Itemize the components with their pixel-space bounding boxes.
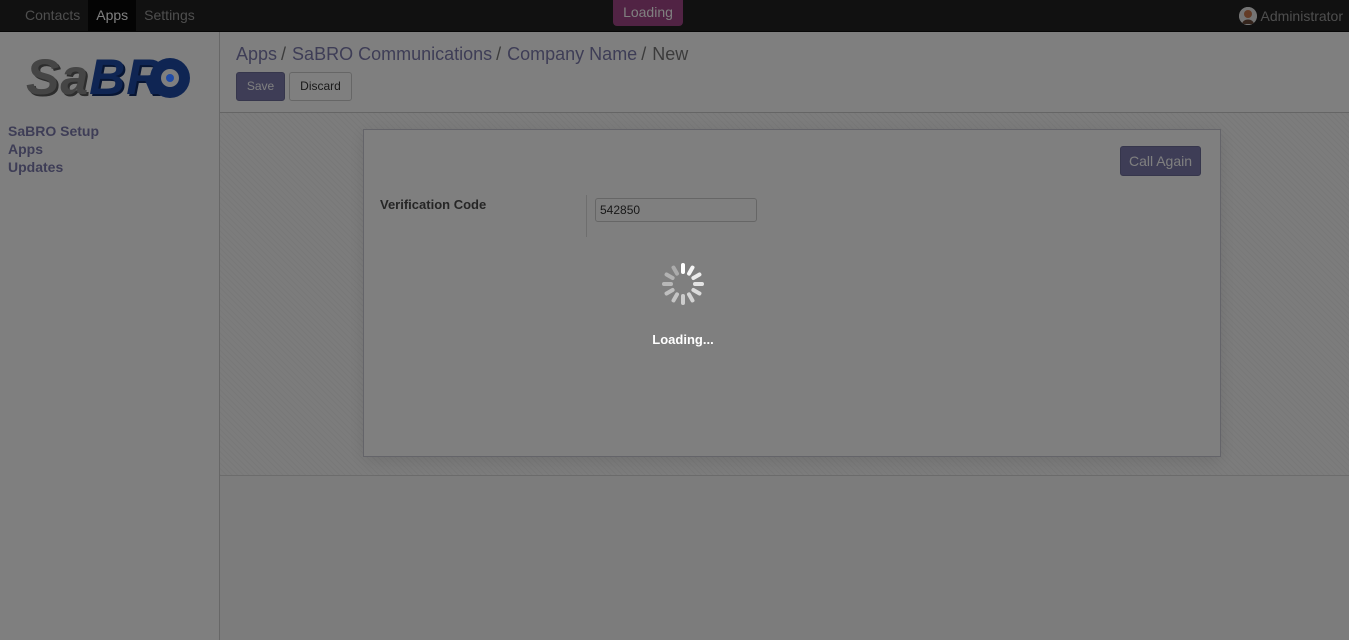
loading-text: Loading... — [652, 332, 714, 347]
spinner-icon — [662, 263, 704, 305]
loading-overlay: Loading... — [0, 0, 1349, 640]
